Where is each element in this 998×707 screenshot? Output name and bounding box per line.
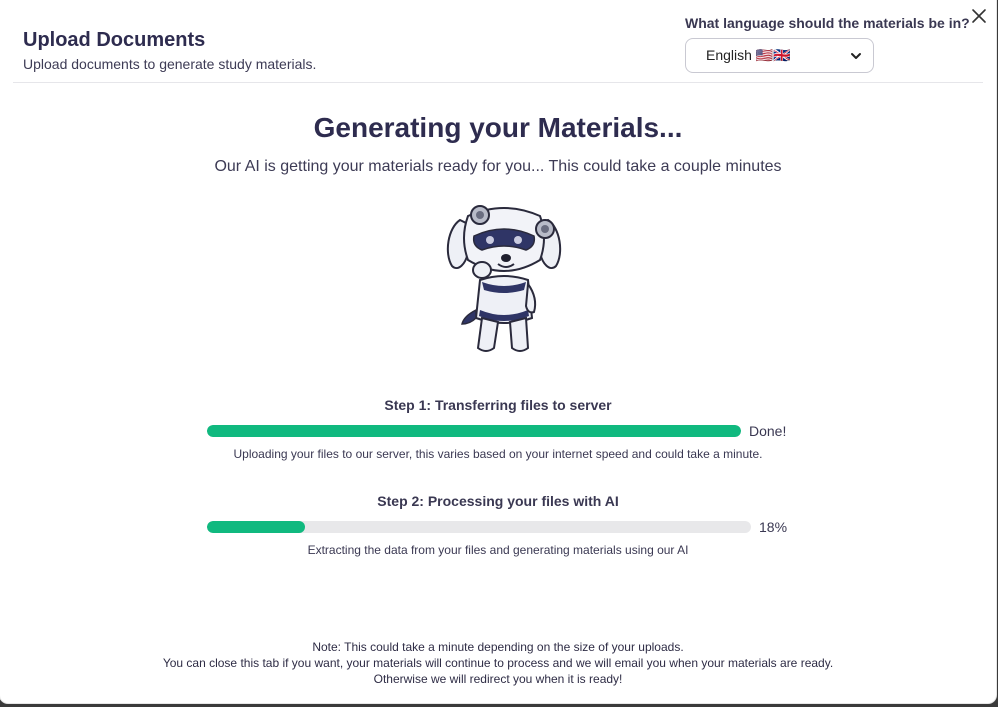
step-2-status: 18% [759, 519, 788, 535]
page-heading: Generating your Materials... [313, 112, 683, 143]
header-divider [13, 82, 983, 83]
note-line-3: Otherwise we will redirect you when it i… [373, 672, 623, 686]
language-label: What language should the materials be in… [685, 15, 970, 31]
robot-dog-mascot-icon [446, 205, 562, 352]
chevron-down-icon [851, 52, 861, 59]
processing-note: Note: This could take a minute depending… [0, 639, 996, 687]
step-2-progress-bar [207, 521, 751, 533]
note-line-2: You can close this tab if you want, your… [162, 656, 834, 670]
step-1-description: Uploading your files to our server, this… [233, 447, 763, 461]
step-1-progress-bar [207, 425, 741, 437]
step-1-status: Done! [749, 423, 787, 439]
step-1-progress-fill [207, 425, 741, 437]
page-lead: Our AI is getting your materials ready f… [214, 158, 782, 175]
language-select-value: English 🇺🇸🇬🇧 [706, 47, 791, 63]
language-select[interactable]: English 🇺🇸🇬🇧 [685, 38, 874, 73]
modal-header: Upload Documents Upload documents to gen… [0, 0, 996, 82]
step-1-title: Step 1: Transferring files to server [384, 397, 612, 413]
note-line-1: Note: This could take a minute depending… [312, 640, 684, 654]
modal-title: Upload Documents [23, 29, 206, 51]
modal-subtitle: Upload documents to generate study mater… [23, 56, 317, 72]
step-2-description: Extracting the data from your files and … [307, 543, 689, 557]
step-2-progress-fill [207, 521, 305, 533]
step-2-title: Step 2: Processing your files with AI [377, 493, 619, 509]
upload-modal: Upload Documents Upload documents to gen… [0, 0, 996, 703]
close-icon[interactable] [970, 7, 988, 25]
